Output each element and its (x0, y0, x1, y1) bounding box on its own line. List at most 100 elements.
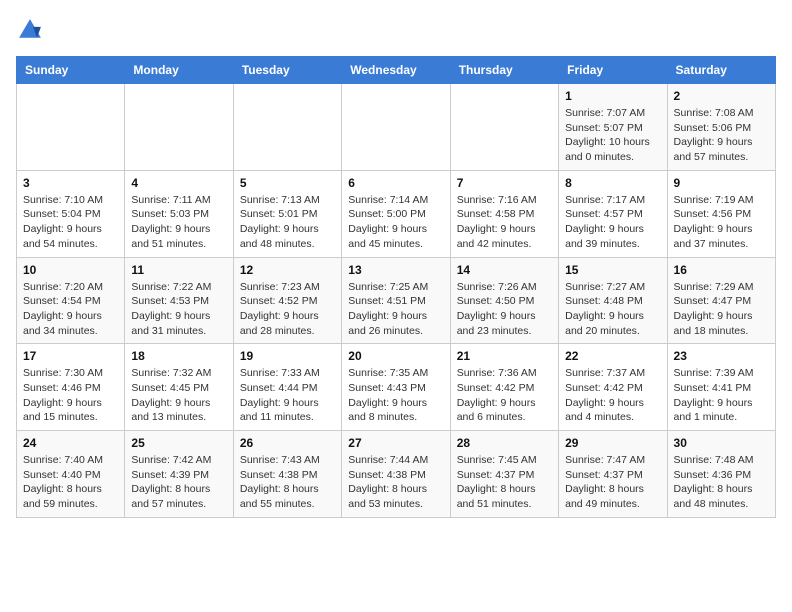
day-info: Sunrise: 7:39 AM Sunset: 4:41 PM Dayligh… (674, 366, 769, 425)
day-cell: 18Sunrise: 7:32 AM Sunset: 4:45 PM Dayli… (125, 344, 233, 431)
day-header-friday: Friday (559, 57, 667, 84)
day-number: 22 (565, 349, 660, 363)
day-number: 23 (674, 349, 769, 363)
day-number: 21 (457, 349, 552, 363)
day-number: 25 (131, 436, 226, 450)
day-info: Sunrise: 7:10 AM Sunset: 5:04 PM Dayligh… (23, 193, 118, 252)
logo (16, 16, 48, 44)
day-info: Sunrise: 7:44 AM Sunset: 4:38 PM Dayligh… (348, 453, 443, 512)
day-cell: 24 Sunrise: 7:40 AM Sunset: 4:40 PM Dayli… (17, 431, 125, 518)
day-info: Sunrise: 7:33 AM Sunset: 4:44 PM Dayligh… (240, 366, 335, 425)
day-cell (342, 84, 450, 171)
day-cell: 28 Sunrise: 7:45 AM Sunset: 4:37 PM Dayli… (450, 431, 558, 518)
day-number: 17 (23, 349, 118, 363)
day-number: 26 (240, 436, 335, 450)
day-number: 19 (240, 349, 335, 363)
calendar-header: SundayMondayTuesdayWednesdayThursdayFrid… (17, 57, 776, 84)
logo-icon (16, 16, 44, 44)
day-number: 29 (565, 436, 660, 450)
day-info: Sunrise: 7:45 AM Sunset: 4:37 PM Dayligh… (457, 453, 552, 512)
day-info: Sunrise: 7:37 AM Sunset: 4:42 PM Dayligh… (565, 366, 660, 425)
day-cell: 8 Sunrise: 7:17 AM Sunset: 4:57 PM Daylig… (559, 170, 667, 257)
day-header-saturday: Saturday (667, 57, 775, 84)
day-cell: 2 Sunrise: 7:08 AM Sunset: 5:06 PM Daylig… (667, 84, 775, 171)
day-number: 11 (131, 263, 226, 277)
day-info: Sunrise: 7:07 AM Sunset: 5:07 PM Dayligh… (565, 106, 660, 165)
day-cell: 7 Sunrise: 7:16 AM Sunset: 4:58 PM Daylig… (450, 170, 558, 257)
day-info: Sunrise: 7:11 AM Sunset: 5:03 PM Dayligh… (131, 193, 226, 252)
day-number: 24 (23, 436, 118, 450)
day-number: 7 (457, 176, 552, 190)
day-info: Sunrise: 7:42 AM Sunset: 4:39 PM Dayligh… (131, 453, 226, 512)
day-cell: 16 Sunrise: 7:29 AM Sunset: 4:47 PM Dayli… (667, 257, 775, 344)
day-cell: 19 Sunrise: 7:33 AM Sunset: 4:44 PM Dayli… (233, 344, 341, 431)
day-info: Sunrise: 7:43 AM Sunset: 4:38 PM Dayligh… (240, 453, 335, 512)
day-info: Sunrise: 7:19 AM Sunset: 4:56 PM Dayligh… (674, 193, 769, 252)
day-number: 1 (565, 89, 660, 103)
day-cell: 30Sunrise: 7:48 AM Sunset: 4:36 PM Dayli… (667, 431, 775, 518)
day-cell (125, 84, 233, 171)
day-cell: 5 Sunrise: 7:13 AM Sunset: 5:01 PM Daylig… (233, 170, 341, 257)
day-number: 28 (457, 436, 552, 450)
day-info: Sunrise: 7:36 AM Sunset: 4:42 PM Dayligh… (457, 366, 552, 425)
day-cell: 23 Sunrise: 7:39 AM Sunset: 4:41 PM Dayli… (667, 344, 775, 431)
day-number: 3 (23, 176, 118, 190)
day-number: 12 (240, 263, 335, 277)
day-number: 14 (457, 263, 552, 277)
day-info: Sunrise: 7:20 AM Sunset: 4:54 PM Dayligh… (23, 280, 118, 339)
day-cell: 27 Sunrise: 7:44 AM Sunset: 4:38 PM Dayli… (342, 431, 450, 518)
day-cell: 9Sunrise: 7:19 AM Sunset: 4:56 PM Daylig… (667, 170, 775, 257)
day-info: Sunrise: 7:22 AM Sunset: 4:53 PM Dayligh… (131, 280, 226, 339)
header-row: SundayMondayTuesdayWednesdayThursdayFrid… (17, 57, 776, 84)
day-number: 27 (348, 436, 443, 450)
day-info: Sunrise: 7:13 AM Sunset: 5:01 PM Dayligh… (240, 193, 335, 252)
day-number: 15 (565, 263, 660, 277)
day-cell: 26 Sunrise: 7:43 AM Sunset: 4:38 PM Dayli… (233, 431, 341, 518)
day-number: 16 (674, 263, 769, 277)
day-number: 6 (348, 176, 443, 190)
day-info: Sunrise: 7:47 AM Sunset: 4:37 PM Dayligh… (565, 453, 660, 512)
day-info: Sunrise: 7:35 AM Sunset: 4:43 PM Dayligh… (348, 366, 443, 425)
day-info: Sunrise: 7:48 AM Sunset: 4:36 PM Dayligh… (674, 453, 769, 512)
day-info: Sunrise: 7:25 AM Sunset: 4:51 PM Dayligh… (348, 280, 443, 339)
day-cell (233, 84, 341, 171)
day-cell: 15 Sunrise: 7:27 AM Sunset: 4:48 PM Dayli… (559, 257, 667, 344)
day-info: Sunrise: 7:40 AM Sunset: 4:40 PM Dayligh… (23, 453, 118, 512)
day-cell: 10 Sunrise: 7:20 AM Sunset: 4:54 PM Dayli… (17, 257, 125, 344)
day-cell: 14 Sunrise: 7:26 AM Sunset: 4:50 PM Dayli… (450, 257, 558, 344)
day-cell: 3 Sunrise: 7:10 AM Sunset: 5:04 PM Daylig… (17, 170, 125, 257)
day-cell: 1 Sunrise: 7:07 AM Sunset: 5:07 PM Daylig… (559, 84, 667, 171)
day-cell: 22 Sunrise: 7:37 AM Sunset: 4:42 PM Dayli… (559, 344, 667, 431)
day-cell: 6 Sunrise: 7:14 AM Sunset: 5:00 PM Daylig… (342, 170, 450, 257)
week-row-5: 24 Sunrise: 7:40 AM Sunset: 4:40 PM Dayli… (17, 431, 776, 518)
day-number: 20 (348, 349, 443, 363)
day-cell: 20 Sunrise: 7:35 AM Sunset: 4:43 PM Dayli… (342, 344, 450, 431)
day-cell: 29 Sunrise: 7:47 AM Sunset: 4:37 PM Dayli… (559, 431, 667, 518)
day-cell: 21 Sunrise: 7:36 AM Sunset: 4:42 PM Dayli… (450, 344, 558, 431)
day-cell: 13Sunrise: 7:25 AM Sunset: 4:51 PM Dayli… (342, 257, 450, 344)
day-info: Sunrise: 7:16 AM Sunset: 4:58 PM Dayligh… (457, 193, 552, 252)
calendar-table: SundayMondayTuesdayWednesdayThursdayFrid… (16, 56, 776, 518)
week-row-3: 10 Sunrise: 7:20 AM Sunset: 4:54 PM Dayli… (17, 257, 776, 344)
day-info: Sunrise: 7:27 AM Sunset: 4:48 PM Dayligh… (565, 280, 660, 339)
day-number: 2 (674, 89, 769, 103)
day-info: Sunrise: 7:14 AM Sunset: 5:00 PM Dayligh… (348, 193, 443, 252)
day-number: 5 (240, 176, 335, 190)
day-cell: 17 Sunrise: 7:30 AM Sunset: 4:46 PM Dayli… (17, 344, 125, 431)
header (16, 16, 776, 44)
day-number: 18 (131, 349, 226, 363)
week-row-4: 17 Sunrise: 7:30 AM Sunset: 4:46 PM Dayli… (17, 344, 776, 431)
day-number: 4 (131, 176, 226, 190)
day-info: Sunrise: 7:17 AM Sunset: 4:57 PM Dayligh… (565, 193, 660, 252)
week-row-1: 1 Sunrise: 7:07 AM Sunset: 5:07 PM Daylig… (17, 84, 776, 171)
day-number: 10 (23, 263, 118, 277)
calendar-body: 1 Sunrise: 7:07 AM Sunset: 5:07 PM Daylig… (17, 84, 776, 518)
day-info: Sunrise: 7:08 AM Sunset: 5:06 PM Dayligh… (674, 106, 769, 165)
day-number: 8 (565, 176, 660, 190)
day-info: Sunrise: 7:29 AM Sunset: 4:47 PM Dayligh… (674, 280, 769, 339)
day-info: Sunrise: 7:26 AM Sunset: 4:50 PM Dayligh… (457, 280, 552, 339)
day-cell: 11 Sunrise: 7:22 AM Sunset: 4:53 PM Dayli… (125, 257, 233, 344)
week-row-2: 3 Sunrise: 7:10 AM Sunset: 5:04 PM Daylig… (17, 170, 776, 257)
day-info: Sunrise: 7:23 AM Sunset: 4:52 PM Dayligh… (240, 280, 335, 339)
day-info: Sunrise: 7:30 AM Sunset: 4:46 PM Dayligh… (23, 366, 118, 425)
